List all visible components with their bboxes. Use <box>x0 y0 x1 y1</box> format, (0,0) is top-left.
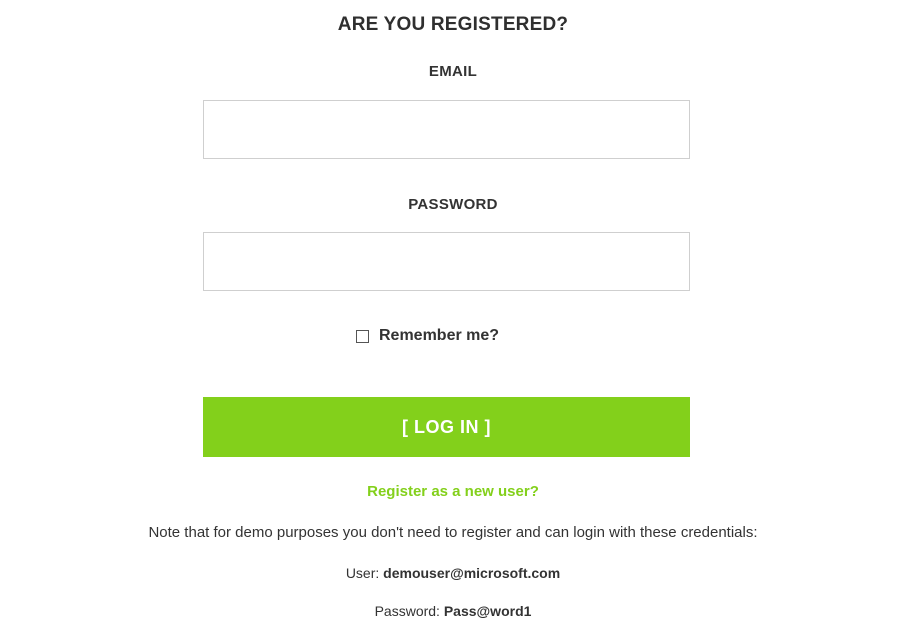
remember-me-checkbox[interactable] <box>356 329 369 343</box>
login-page: ARE YOU REGISTERED? EMAIL PASSWORD Remem… <box>0 0 906 625</box>
login-button[interactable]: [ LOG IN ] <box>203 397 690 457</box>
demo-user-credential: User: demouser@microsoft.com <box>0 565 906 581</box>
email-label: EMAIL <box>428 63 478 80</box>
password-input[interactable] <box>203 232 690 291</box>
remember-me[interactable]: Remember me? <box>356 327 499 345</box>
demo-note: Note that for demo purposes you don't ne… <box>148 524 758 541</box>
password-label: PASSWORD <box>408 196 498 213</box>
demo-password-credential: Password: Pass@word1 <box>0 603 906 619</box>
page-title: ARE YOU REGISTERED? <box>337 14 569 35</box>
demo-password-value: Pass@word1 <box>443 603 532 619</box>
remember-me-label: Remember me? <box>379 327 500 344</box>
demo-user-label: User: <box>345 565 380 581</box>
register-link[interactable]: Register as a new user? <box>0 483 906 500</box>
demo-user-value: demouser@microsoft.com <box>383 565 561 581</box>
demo-password-label: Password: <box>374 603 440 619</box>
email-input[interactable] <box>203 100 690 159</box>
